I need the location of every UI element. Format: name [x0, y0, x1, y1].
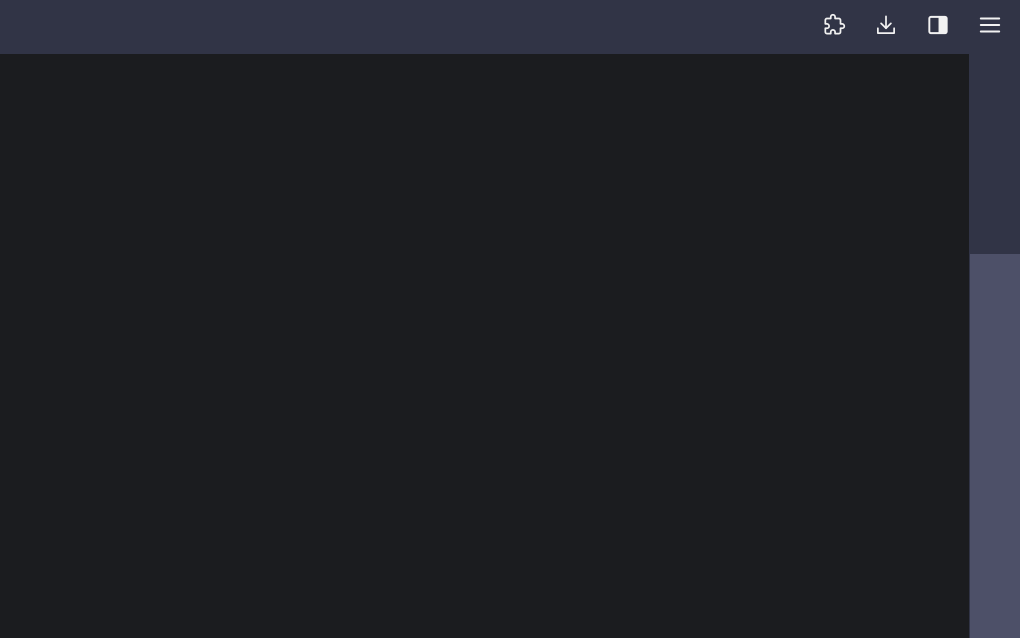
- extensions-button[interactable]: [814, 5, 854, 45]
- page-content-area: [0, 54, 969, 638]
- menu-hamburger-icon: [977, 12, 1003, 38]
- vertical-scrollbar[interactable]: [969, 54, 1020, 638]
- downloads-icon: [873, 12, 899, 38]
- sidebar-toggle-icon: [925, 12, 951, 38]
- sidebar-toggle-button[interactable]: [918, 5, 958, 45]
- toolbar-actions: [814, 0, 1010, 50]
- downloads-button[interactable]: [866, 5, 906, 45]
- app-menu-button[interactable]: [970, 5, 1010, 45]
- scrollbar-thumb[interactable]: [970, 254, 1020, 638]
- browser-window: [0, 0, 1020, 638]
- browser-toolbar: [0, 0, 1020, 54]
- extensions-puzzle-icon: [821, 12, 847, 38]
